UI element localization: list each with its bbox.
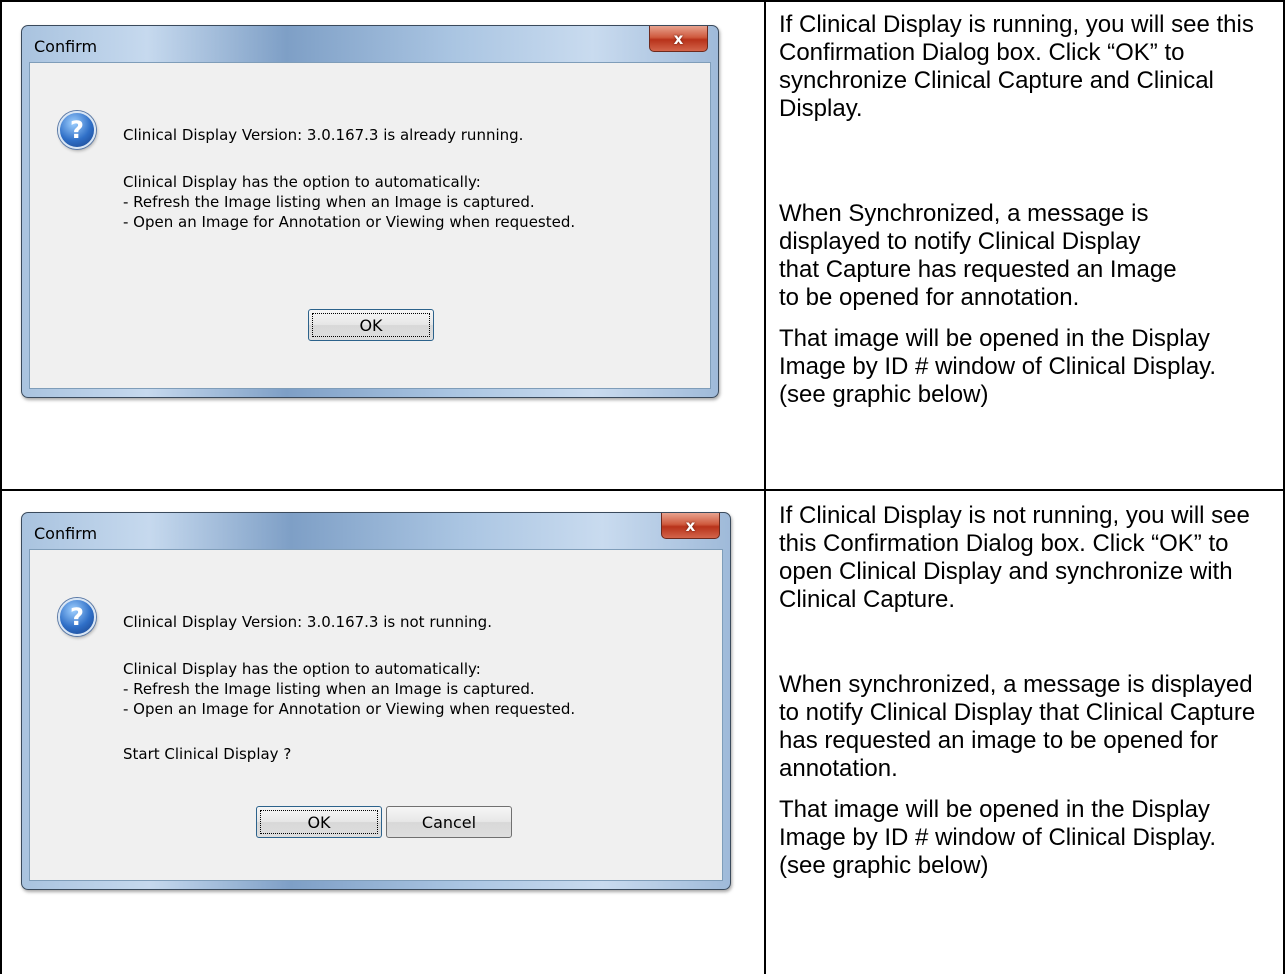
message-line-open: - Open an Image for Annotation or Viewin…: [123, 213, 576, 231]
confirm-dialog-running: Confirm x ? Clinical Display Version: 3.…: [21, 25, 719, 398]
question-icon: ?: [58, 111, 96, 149]
message-line-option: Clinical Display has the option to autom…: [123, 660, 481, 678]
ok-button-label: OK: [359, 315, 383, 335]
dialog-title: Confirm: [34, 37, 98, 56]
table-row-divider: [0, 489, 1285, 491]
description-paragraph: When Synchronized, a message is displaye…: [779, 200, 1177, 311]
close-icon: x: [685, 516, 696, 535]
message-line-refresh: - Refresh the Image listing when an Imag…: [123, 193, 535, 211]
description-paragraph: That image will be opened in the Display…: [779, 325, 1217, 408]
close-icon: x: [673, 29, 684, 48]
ok-button-label: OK: [307, 812, 331, 832]
message-line-refresh: - Refresh the Image listing when an Imag…: [123, 680, 535, 698]
cancel-button[interactable]: Cancel: [386, 806, 512, 838]
table-border-left: [0, 0, 2, 974]
close-button[interactable]: x: [661, 513, 720, 539]
description-paragraph: If Clinical Display is running, you will…: [779, 11, 1254, 122]
message-line-start: Start Clinical Display ?: [123, 745, 292, 763]
question-icon: ?: [58, 598, 96, 636]
description-not-running: If Clinical Display is not running, you …: [779, 502, 1283, 880]
close-button[interactable]: x: [649, 26, 708, 52]
table-column-divider: [764, 0, 766, 974]
description-paragraph: When synchronized, a message is displaye…: [779, 671, 1256, 782]
description-running: If Clinical Display is running, you will…: [779, 11, 1283, 409]
message-line-version: Clinical Display Version: 3.0.167.3 is n…: [123, 613, 492, 631]
table-border-top: [0, 0, 1285, 2]
description-paragraph: If Clinical Display is not running, you …: [779, 502, 1250, 613]
ok-button[interactable]: OK: [256, 806, 382, 838]
dialog-body: ? Clinical Display Version: 3.0.167.3 is…: [29, 549, 723, 881]
cancel-button-label: Cancel: [421, 812, 477, 832]
confirm-dialog-not-running: Confirm x ? Clinical Display Version: 3.…: [21, 512, 731, 890]
message-line-version: Clinical Display Version: 3.0.167.3 is a…: [123, 126, 524, 144]
ok-button[interactable]: OK: [308, 309, 434, 341]
dialog-title: Confirm: [34, 524, 98, 543]
description-paragraph: That image will be opened in the Display…: [779, 796, 1217, 879]
message-line-option: Clinical Display has the option to autom…: [123, 173, 481, 191]
message-line-open: - Open an Image for Annotation or Viewin…: [123, 700, 576, 718]
dialog-body: ? Clinical Display Version: 3.0.167.3 is…: [29, 62, 711, 389]
